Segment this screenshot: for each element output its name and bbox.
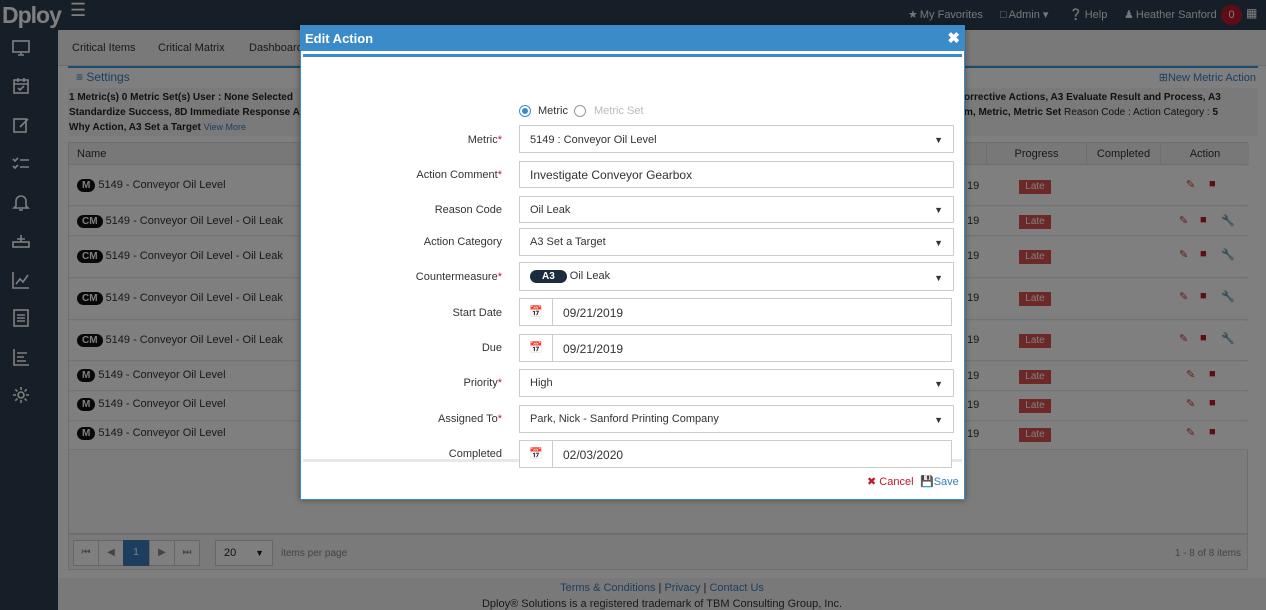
caret-down-icon: ▼ xyxy=(934,135,943,145)
caret-down-icon: ▼ xyxy=(934,379,943,389)
due-date-value: 09/21/2019 xyxy=(563,342,624,356)
action-category-select[interactable]: A3 Set a Target ▼ xyxy=(519,228,954,256)
cancel-label: Cancel xyxy=(879,476,914,488)
cancel-button[interactable]: ✖ Cancel xyxy=(867,475,914,488)
assigned-to-value: Park, Nick - Sanford Printing Company xyxy=(530,413,719,425)
start-date-input[interactable]: 📅 09/21/2019 xyxy=(519,298,952,326)
priority-value: High xyxy=(530,377,553,389)
caret-down-icon: ▼ xyxy=(934,273,943,283)
reason-code-value: Oil Leak xyxy=(530,204,571,216)
completed-date-input[interactable]: 📅 02/03/2020 xyxy=(519,440,952,468)
due-label: Due xyxy=(481,342,502,354)
countermeasure-value: Oil Leak xyxy=(569,270,611,282)
action-comment-input[interactable]: Investigate Conveyor Gearbox xyxy=(519,161,954,188)
metric-set-radio-label[interactable]: Metric Set xyxy=(594,105,644,117)
dialog-body: Metric Metric Set Metric* 5149 : Conveyo… xyxy=(303,54,962,468)
metric-value: 5149 : Conveyor Oil Level xyxy=(530,134,657,146)
calendar-icon[interactable]: 📅 xyxy=(520,441,553,467)
countermeasure-select[interactable]: A3 Oil Leak ▼ xyxy=(519,262,954,291)
calendar-icon[interactable]: 📅 xyxy=(520,335,553,361)
completed-label: Completed xyxy=(448,448,502,460)
action-comment-label: Action Comment* xyxy=(416,169,502,181)
caret-down-icon: ▼ xyxy=(934,238,943,248)
action-category-label: Action Category xyxy=(423,236,502,248)
metric-radio-label[interactable]: Metric xyxy=(538,105,568,117)
metric-select[interactable]: 5149 : Conveyor Oil Level ▼ xyxy=(519,125,954,153)
metric-radio[interactable] xyxy=(519,105,531,117)
completed-date-value: 02/03/2020 xyxy=(563,448,624,462)
save-label: Save xyxy=(933,476,959,488)
start-date-value: 09/21/2019 xyxy=(563,306,624,320)
dialog-header: Edit Action ✖ xyxy=(301,26,964,51)
metric-set-radio[interactable] xyxy=(574,105,586,117)
metric-label: Metric* xyxy=(467,134,502,146)
action-comment-value: Investigate Conveyor Gearbox xyxy=(530,168,693,182)
priority-select[interactable]: High ▼ xyxy=(519,369,954,397)
start-date-label: Start Date xyxy=(452,307,502,319)
save-button[interactable]: 💾Save xyxy=(920,475,959,488)
assigned-to-label: Assigned To* xyxy=(437,413,502,425)
edit-action-dialog: Edit Action ✖ Metric Metric Set Metric* … xyxy=(300,25,965,500)
close-icon: ✖ xyxy=(867,476,877,488)
due-date-input[interactable]: 📅 09/21/2019 xyxy=(519,334,952,362)
close-icon[interactable]: ✖ xyxy=(947,29,960,47)
assigned-to-select[interactable]: Park, Nick - Sanford Printing Company ▼ xyxy=(519,405,954,433)
action-category-value: A3 Set a Target xyxy=(530,236,606,248)
priority-label: Priority* xyxy=(463,377,502,389)
a3-badge: A3 xyxy=(530,270,567,283)
calendar-icon[interactable]: 📅 xyxy=(520,299,553,325)
reason-code-label: Reason Code xyxy=(434,204,502,216)
reason-code-select[interactable]: Oil Leak ▼ xyxy=(519,196,954,223)
floppy-disk-icon: 💾 xyxy=(920,476,934,488)
countermeasure-label: Countermeasure* xyxy=(415,271,502,283)
dialog-title: Edit Action xyxy=(305,31,374,46)
caret-down-icon: ▼ xyxy=(934,415,943,425)
caret-down-icon: ▼ xyxy=(934,205,943,215)
